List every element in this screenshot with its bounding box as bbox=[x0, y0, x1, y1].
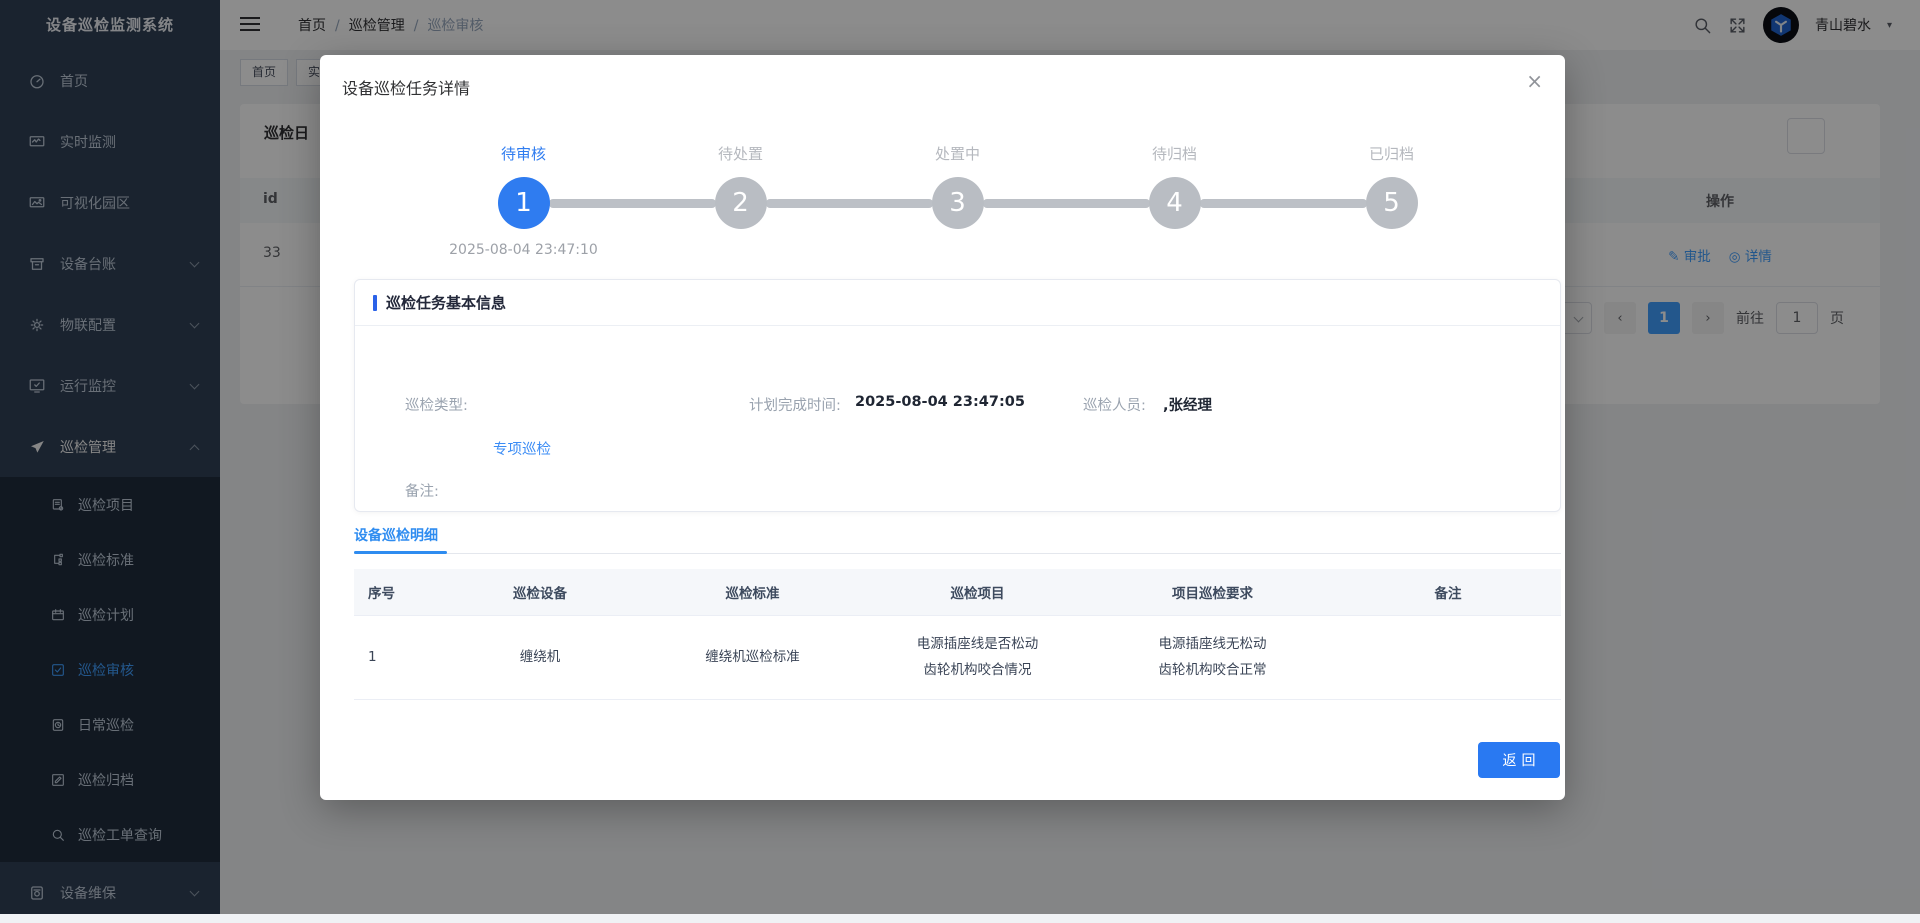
cell-note bbox=[1335, 615, 1561, 699]
type-label: 巡检类型: bbox=[405, 394, 468, 415]
col-requirement: 项目巡检要求 bbox=[1090, 569, 1335, 615]
status-stepper: 待审核 1 2025-08-04 23:47:10 待处置 2 处置中 3 待归… bbox=[415, 143, 1500, 258]
plan-time-value: 2025-08-04 23:47:05 bbox=[855, 394, 1025, 410]
col-device: 巡检设备 bbox=[440, 569, 640, 615]
basic-info-title: 巡检任务基本信息 bbox=[386, 292, 506, 313]
section-accent-bar bbox=[373, 295, 377, 311]
table-row: 1 缠绕机 缠绕机巡检标准 电源插座线是否松动齿轮机构咬合情况 电源插座线无松动… bbox=[354, 615, 1561, 699]
cell-standard: 缠绕机巡检标准 bbox=[640, 615, 865, 699]
cell-requirement: 电源插座线无松动齿轮机构咬合正常 bbox=[1090, 615, 1335, 699]
step-pending-review: 待审核 1 2025-08-04 23:47:10 bbox=[415, 143, 632, 258]
close-icon[interactable]: × bbox=[1526, 71, 1543, 91]
tab-active-underline bbox=[354, 551, 447, 554]
step-circle: 1 bbox=[498, 177, 550, 229]
col-note: 备注 bbox=[1335, 569, 1561, 615]
step-handling: 处置中 3 bbox=[849, 143, 1066, 258]
step-circle: 2 bbox=[715, 177, 767, 229]
step-time: 2025-08-04 23:47:10 bbox=[415, 242, 632, 258]
basic-info-card: 巡检任务基本信息 巡检类型: 计划完成时间: 2025-08-04 23:47:… bbox=[354, 279, 1561, 512]
step-pending-handle: 待处置 2 bbox=[632, 143, 849, 258]
step-circle: 3 bbox=[932, 177, 984, 229]
tab-device-inspection-detail[interactable]: 设备巡检明细 bbox=[354, 525, 438, 545]
col-item: 巡检项目 bbox=[865, 569, 1090, 615]
step-circle: 4 bbox=[1149, 177, 1201, 229]
tab-divider bbox=[354, 553, 1561, 554]
step-archived: 已归档 5 bbox=[1283, 143, 1500, 258]
col-seq: 序号 bbox=[354, 569, 440, 615]
step-circle: 5 bbox=[1366, 177, 1418, 229]
modal-title: 设备巡检任务详情 bbox=[342, 75, 470, 99]
remark-label: 备注: bbox=[405, 480, 439, 501]
cell-device: 缠绕机 bbox=[440, 615, 640, 699]
cell-item: 电源插座线是否松动齿轮机构咬合情况 bbox=[865, 615, 1090, 699]
staff-label: 巡检人员: bbox=[1083, 394, 1146, 415]
plan-time-label: 计划完成时间: bbox=[749, 394, 841, 415]
type-value-link[interactable]: 专项巡检 bbox=[493, 438, 551, 459]
col-standard: 巡检标准 bbox=[640, 569, 865, 615]
back-button[interactable]: 返回 bbox=[1478, 742, 1560, 778]
cell-seq: 1 bbox=[354, 615, 440, 699]
step-pending-archive: 待归档 4 bbox=[1066, 143, 1283, 258]
staff-value: ,张经理 bbox=[1163, 394, 1212, 415]
inspection-detail-table: 序号 巡检设备 巡检标准 巡检项目 项目巡检要求 备注 1 缠绕机 缠绕机巡检标… bbox=[354, 569, 1561, 700]
task-detail-modal: 设备巡检任务详情 × 待审核 1 2025-08-04 23:47:10 待处置… bbox=[320, 55, 1565, 800]
